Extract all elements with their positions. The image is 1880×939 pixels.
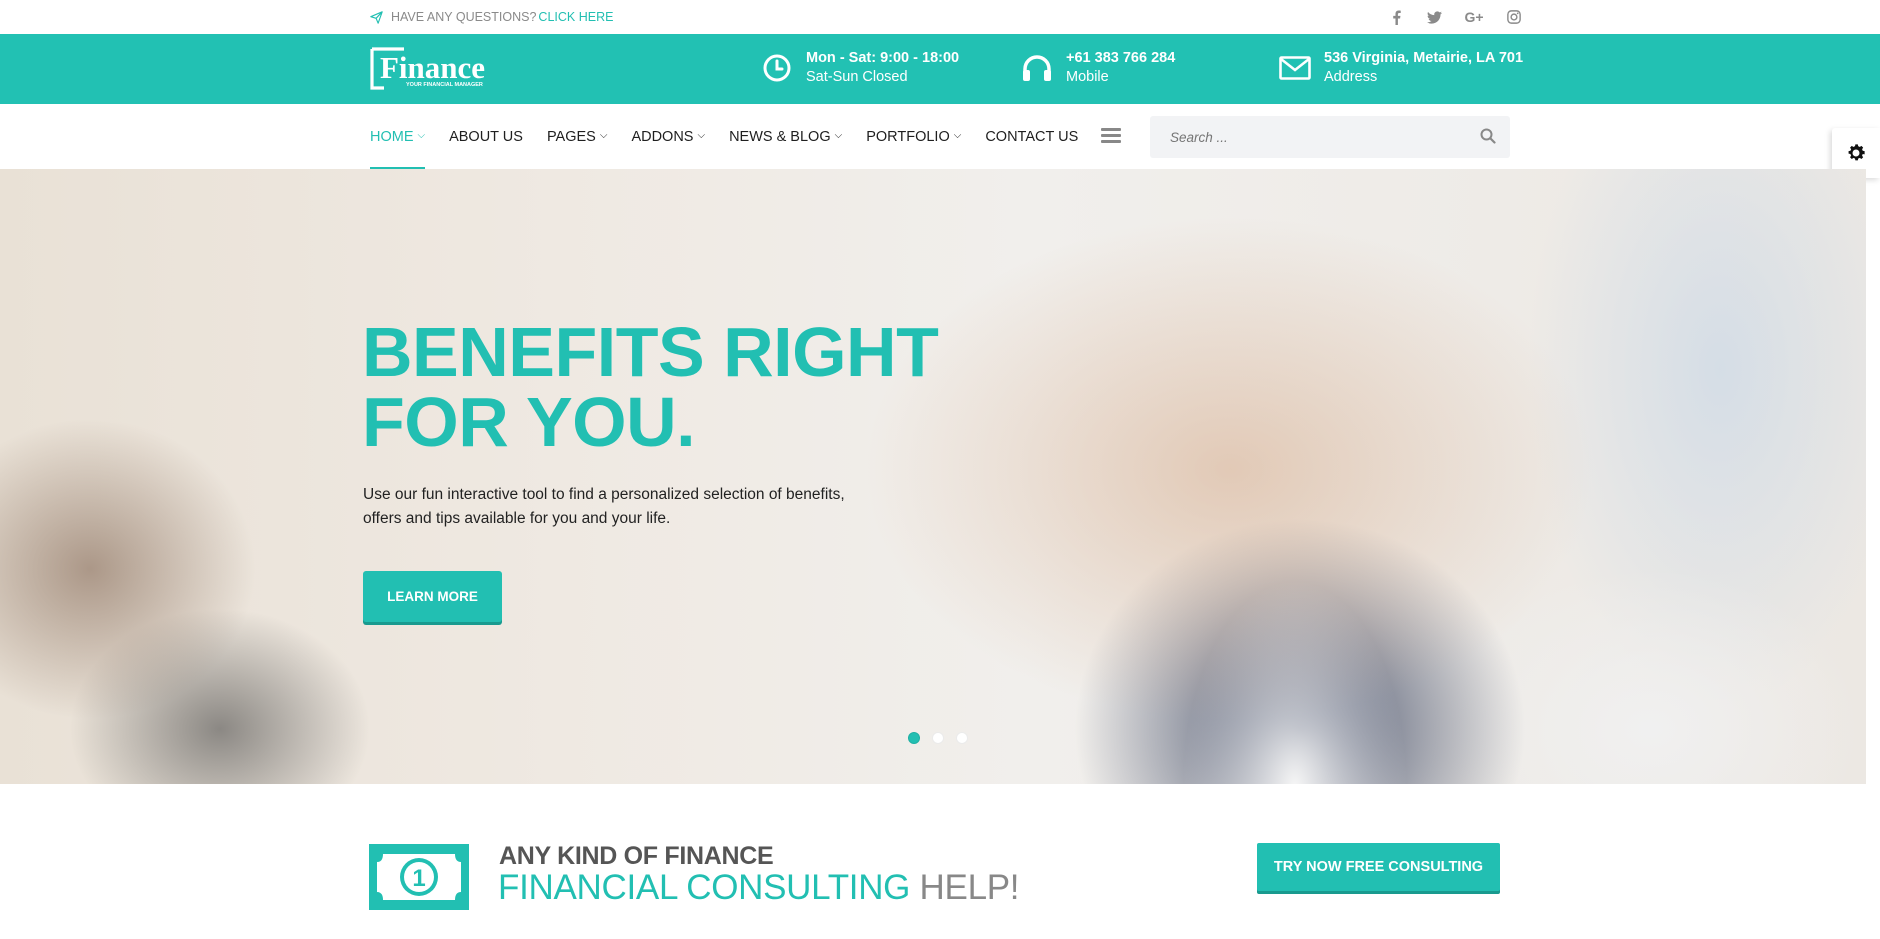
hero-slider: BENEFITS RIGHT FOR YOU. Use our fun inte… [0, 169, 1866, 784]
search-icon[interactable] [1480, 128, 1496, 144]
hours-title: Mon - Sat: 9:00 - 18:00 [806, 50, 960, 66]
chevron-down-icon: ⌵ [953, 130, 962, 141]
nav-item-addons[interactable]: ADDONS ⌵ [631, 104, 705, 169]
header-info-bar: Finance YOUR FINANCIAL MANAGER Mon - Sat… [0, 34, 1880, 104]
promo-line-2: FINANCIAL CONSULTING HELP! [498, 868, 1020, 907]
chevron-down-icon: ⌵ [834, 130, 843, 141]
consulting-promo: 1 ANY KIND OF FINANCE FINANCIAL CONSULTI… [0, 784, 1880, 939]
slide-dot-2[interactable] [932, 732, 944, 744]
slider-pagination [908, 732, 968, 744]
logo-text: Finance [380, 50, 485, 85]
questions-prompt: HAVE ANY QUESTIONS? CLICK HERE [370, 10, 613, 24]
nav-item-pages[interactable]: PAGES ⌵ [547, 104, 607, 169]
slide-dot-1[interactable] [908, 732, 920, 744]
search-box [1150, 116, 1510, 158]
promo-line-1: ANY KIND OF FINANCE [499, 842, 774, 870]
hamburger-menu-icon[interactable] [1101, 128, 1121, 146]
phone-info: +61 383 766 284 Mobile [1020, 49, 1175, 87]
hero-photo-highlight [1130, 489, 1460, 784]
hours-sub: Sat-Sun Closed [806, 69, 908, 85]
address-info: 536 Virginia, Metairie, LA 701 Address [1278, 49, 1523, 87]
nav-item-home[interactable]: HOME ⌵ [370, 104, 426, 169]
address-title: 536 Virginia, Metairie, LA 701 [1324, 50, 1524, 66]
phone-sub: Mobile [1066, 69, 1109, 85]
nav-menu: HOME ⌵ ABOUT US PAGES ⌵ ADDONS ⌵ NEWS & BLO… [370, 104, 1102, 169]
nav-item-portfolio[interactable]: PORTFOLIO ⌵ [866, 104, 961, 169]
try-free-consulting-button[interactable]: TRY NOW FREE CONSULTING [1257, 843, 1500, 891]
clock-icon [760, 51, 794, 85]
phone-title: +61 383 766 284 [1066, 50, 1176, 66]
chevron-down-icon: ⌵ [417, 130, 426, 141]
nav-item-about-us[interactable]: ABOUT US [449, 104, 523, 169]
facebook-icon[interactable] [1386, 8, 1406, 26]
hours-info: Mon - Sat: 9:00 - 18:00 Sat-Sun Closed [760, 49, 959, 87]
hero-description: Use our fun interactive tool to find a p… [363, 486, 845, 527]
paper-plane-icon [370, 10, 383, 24]
envelope-icon [1278, 51, 1312, 85]
brand-logo[interactable]: Finance YOUR FINANCIAL MANAGER [370, 47, 492, 90]
hero-headline: BENEFITS RIGHT FOR YOU. [362, 313, 939, 461]
twitter-icon[interactable] [1424, 8, 1444, 26]
search-input[interactable] [1150, 116, 1450, 158]
slide-dot-3[interactable] [956, 732, 968, 744]
click-here-link[interactable]: CLICK HERE [538, 10, 613, 24]
instagram-icon[interactable] [1504, 8, 1524, 26]
questions-text: HAVE ANY QUESTIONS? [391, 10, 537, 24]
nav-item-contact-us[interactable]: CONTACT US [985, 104, 1078, 169]
social-links: G+ [1386, 8, 1524, 26]
gear-icon [1848, 144, 1865, 161]
chevron-down-icon: ⌵ [599, 130, 608, 141]
google-plus-icon[interactable]: G+ [1462, 8, 1486, 26]
top-bar: HAVE ANY QUESTIONS? CLICK HERE G+ [0, 0, 1880, 34]
address-sub: Address [1324, 69, 1378, 85]
money-bill-icon: 1 [369, 844, 469, 910]
logo-tagline: YOUR FINANCIAL MANAGER [406, 82, 483, 88]
nav-item-news-blog[interactable]: NEWS & BLOG ⌵ [729, 104, 842, 169]
main-navigation: HOME ⌵ ABOUT US PAGES ⌵ ADDONS ⌵ NEWS & BLO… [0, 104, 1880, 169]
headphones-icon [1020, 51, 1054, 85]
learn-more-button[interactable]: LEARN MORE [363, 571, 502, 622]
svg-text:1: 1 [412, 865, 425, 892]
chevron-down-icon: ⌵ [697, 130, 706, 141]
